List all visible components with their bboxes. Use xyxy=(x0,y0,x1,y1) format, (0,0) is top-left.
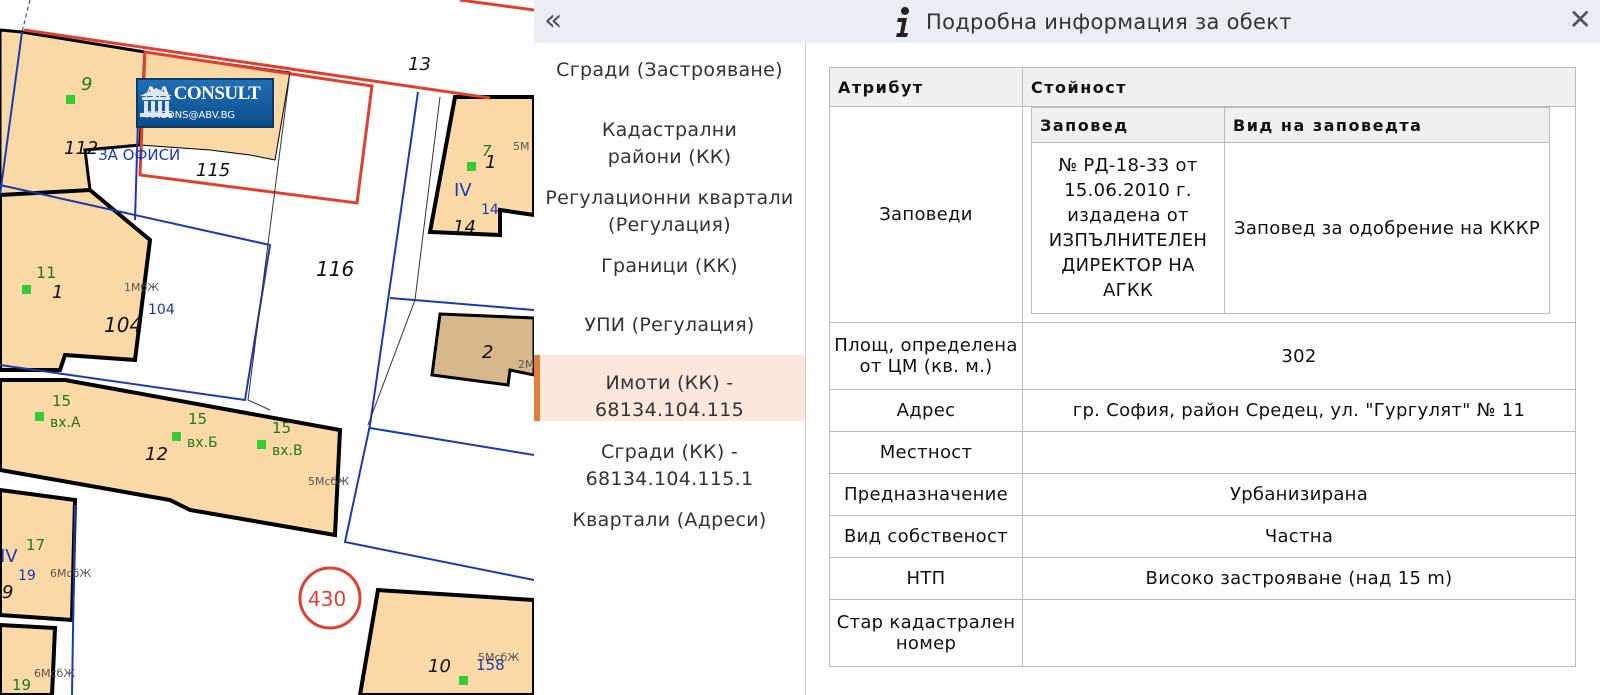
attr-label: Вид собственост xyxy=(829,515,1023,558)
map-label: 112 xyxy=(64,138,98,159)
table-row: Адрес гр. София, район Средец, ул. "Гург… xyxy=(829,389,1576,432)
attr-value: 302 xyxy=(1022,322,1576,390)
attr-label: НТП xyxy=(829,557,1023,600)
order-type: Заповед за одобрение на КККР xyxy=(1224,142,1550,314)
attr-value: Високо застрояване (над 15 m) xyxy=(1022,557,1576,600)
attr-value: Частна xyxy=(1022,515,1576,558)
map-label: 19 xyxy=(18,568,36,584)
table-row: Вид собственост Частна xyxy=(829,515,1576,558)
attr-label: Местност xyxy=(829,431,1023,474)
attr-value: Урбанизирана xyxy=(1022,473,1576,516)
map-label: 14 xyxy=(481,202,499,218)
map-label: 19 xyxy=(12,676,31,694)
map-label: вх.А xyxy=(50,415,81,431)
nav-item-boundaries[interactable]: Граници (КК) xyxy=(534,253,805,280)
table-row: Заповеди Заповед Вид на заповедта № РД-1… xyxy=(829,106,1576,323)
map-label: вх.В xyxy=(272,443,303,459)
nav-item-properties[interactable]: Имоти (КК) - 68134.104.115 xyxy=(534,355,805,421)
table-row: НТП Високо застрояване (над 15 m) xyxy=(829,557,1576,600)
building-icon xyxy=(140,88,172,117)
map-label: 1 xyxy=(52,282,63,303)
cadastral-map[interactable]: 9 112 115 13 7 1 IV 14 14 116 11 1 104 1… xyxy=(0,0,534,695)
attr-label: Адрес xyxy=(829,389,1023,432)
map-label: 1 xyxy=(485,152,496,173)
map-label: вх.Б xyxy=(187,435,218,451)
layer-nav: Сгради (Застрояване) Кадастрални райони … xyxy=(534,43,806,695)
map-label: 115 xyxy=(196,160,230,181)
map-label: 11 xyxy=(36,263,56,282)
collapse-icon[interactable]: « xyxy=(544,4,562,38)
building-code: 1МбЖ xyxy=(124,281,159,294)
nav-item-address-quarters[interactable]: Квартали (Адреси) xyxy=(534,507,805,534)
map-label: 15 xyxy=(188,410,207,428)
map-label: 14 xyxy=(453,217,476,238)
orders-subtable: Заповед Вид на заповедта № РД-18-33 от 1… xyxy=(1031,107,1550,314)
column-header-attribute: Атрибут xyxy=(829,67,1023,107)
map-label: IV xyxy=(454,180,472,201)
office-label: ЗА ОФИСИ xyxy=(98,146,180,164)
map-label: 17 xyxy=(26,536,45,554)
panel-title: Подробна информация за обект xyxy=(926,10,1292,34)
attr-label: Площ, определена от ЦМ (кв. м.) xyxy=(829,322,1023,390)
orders-cell: Заповед Вид на заповедта № РД-18-33 от 1… xyxy=(1022,106,1576,323)
nav-item-buildings-zastroyavane[interactable]: Сгради (Застрояване) xyxy=(534,57,805,84)
map-label: 2 xyxy=(482,342,493,363)
map-label: 430 xyxy=(308,587,346,611)
attr-value xyxy=(1022,431,1576,474)
object-info-panel: « Подробна информация за обект ✕ Сгради … xyxy=(534,0,1600,695)
table-row: Площ, определена от ЦМ (кв. м.) 302 xyxy=(829,322,1576,390)
map-label: IV xyxy=(0,546,18,567)
building-code: 5МсбЖ xyxy=(478,651,519,664)
nav-item-buildings-kk[interactable]: Сгради (КК) - 68134.104.115.1 xyxy=(534,439,805,493)
panel-header: « Подробна информация за обект ✕ xyxy=(534,0,1600,43)
sub-header-order: Заповед xyxy=(1031,107,1225,143)
nav-item-upi[interactable]: УПИ (Регулация) xyxy=(534,312,805,339)
map-label: 13 xyxy=(408,54,431,75)
map-label: 116 xyxy=(316,257,354,281)
building-code: 2М xyxy=(518,358,534,371)
map-label: 15 xyxy=(272,419,291,437)
map-label: 15 xyxy=(52,392,71,410)
building-code: 6МсбЖ xyxy=(50,567,91,580)
attr-value xyxy=(1022,599,1576,667)
column-header-value: Стойност xyxy=(1022,67,1576,107)
building-code: 6МсбЖ xyxy=(34,667,75,680)
map-label: 9 xyxy=(81,74,92,95)
table-row: Предназначение Урбанизирана xyxy=(829,473,1576,516)
building-code: 5М xyxy=(513,140,530,153)
attr-label: Стар кадастрален номер xyxy=(829,599,1023,667)
map-label: 104 xyxy=(104,313,142,337)
attr-value: гр. София, район Средец, ул. "Гургулят" … xyxy=(1022,389,1576,432)
table-row: Стар кадастрален номер xyxy=(829,599,1576,667)
map-label: 12 xyxy=(145,444,168,465)
attributes-content: Атрибут Стойност Заповеди Заповед Вид на… xyxy=(829,67,1576,667)
attributes-table: Атрибут Стойност Заповеди Заповед Вид на… xyxy=(829,67,1576,667)
sub-header-order-type: Вид на заповедта xyxy=(1224,107,1550,143)
building-code: 5МсбЖ xyxy=(308,475,349,488)
map-label: 104 xyxy=(148,302,175,318)
order-text: № РД-18-33 от 15.06.2010 г. издадена от … xyxy=(1031,142,1225,314)
aa-consult-logo: AA CONSULT AACONS@ABV.BG xyxy=(136,78,274,128)
info-icon xyxy=(896,7,909,37)
attr-orders: Заповеди xyxy=(829,106,1023,323)
nav-item-cadastral-districts[interactable]: Кадастрални райони (КК) xyxy=(534,117,805,171)
table-row: Местност xyxy=(829,431,1576,474)
nav-item-regulation-quarters[interactable]: Регулационни квартали (Регулация) xyxy=(534,185,805,239)
map-label: 10 xyxy=(428,656,451,677)
attr-label: Предназначение xyxy=(829,473,1023,516)
map-label: 9 xyxy=(2,582,13,603)
close-icon[interactable]: ✕ xyxy=(1569,4,1592,36)
